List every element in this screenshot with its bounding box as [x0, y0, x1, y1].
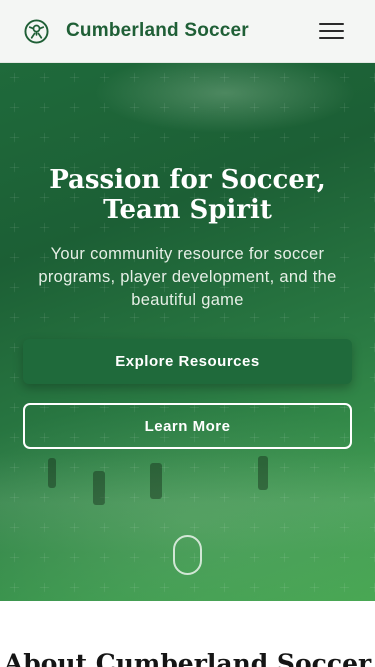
player-silhouette [93, 471, 105, 505]
learn-more-button[interactable]: Learn More [23, 403, 352, 449]
soccer-ball-icon [24, 18, 49, 44]
explore-resources-button[interactable]: Explore Resources [23, 339, 352, 384]
about-section: About Cumberland Soccer [0, 601, 375, 667]
brand-name: Cumberland Soccer [66, 20, 249, 41]
hero-title-line: Passion for Soccer, [49, 165, 326, 195]
player-silhouette [258, 456, 268, 490]
about-title: About Cumberland Soccer [3, 649, 372, 667]
player-silhouette [150, 463, 162, 499]
hero-title-line: Team Spirit [103, 195, 272, 225]
player-silhouette [48, 458, 56, 488]
brand[interactable]: Cumberland Soccer [24, 18, 249, 44]
site-header: Cumberland Soccer [0, 0, 375, 63]
scroll-down-mouse-icon[interactable] [173, 535, 202, 575]
hero-title: Passion for Soccer, Team Spirit [20, 165, 355, 225]
hero-subtitle: Your community resource for soccer progr… [38, 245, 337, 309]
hamburger-menu-icon[interactable] [319, 23, 344, 39]
hero-section: Passion for Soccer, Team Spirit Your com… [0, 63, 375, 601]
